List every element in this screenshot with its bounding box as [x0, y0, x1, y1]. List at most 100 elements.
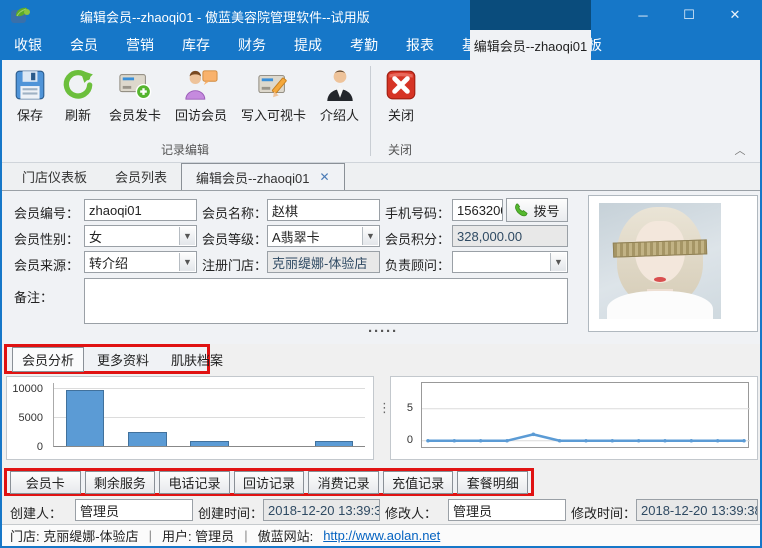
menu-item-finance[interactable]: 财务 [224, 30, 280, 60]
line-chart-plot [421, 382, 749, 448]
status-site-label: 傲蓝网站: [258, 526, 314, 545]
aolan-website-link[interactable]: http://www.aolan.net [323, 528, 440, 543]
gender-combobox[interactable]: 女 ▼ [84, 225, 197, 247]
source-dropdown-arrow-icon[interactable]: ▼ [179, 253, 195, 271]
modified-by-field: 管理员 [448, 499, 566, 521]
created-at-field: 2018-12-20 13:39:38 [263, 499, 380, 521]
tab-close-icon[interactable]: ✕ [319, 170, 329, 184]
tab-member-card[interactable]: 会员卡 [10, 471, 81, 494]
grade-combobox[interactable]: A翡翠卡 ▼ [267, 225, 380, 247]
photo-shoulders [607, 291, 713, 319]
close-record-button-label: 关闭 [388, 105, 414, 124]
modified-by-label: 修改人： [385, 503, 437, 522]
menu-item-attendance[interactable]: 考勤 [336, 30, 392, 60]
points-label: 会员积分： [385, 229, 450, 248]
tab-call-records[interactable]: 电话记录 [159, 471, 230, 494]
phone-input[interactable]: 15632000 [452, 199, 503, 221]
gender-value: 女 [89, 227, 102, 246]
menu-item-inventory[interactable]: 库存 [168, 30, 224, 60]
ribbon: 保存 刷新 [2, 60, 760, 163]
created-at-label: 创建时间： [198, 503, 263, 522]
collapse-ribbon-chevron-icon[interactable]: ︿ [732, 144, 748, 156]
status-separator: | [244, 528, 247, 543]
source-value: 转介绍 [89, 253, 128, 272]
tab-store-dashboard[interactable]: 门店仪表板 [8, 163, 101, 190]
card-add-icon [118, 68, 152, 102]
ribbon-separator [370, 66, 371, 156]
tab-revisit-records[interactable]: 回访记录 [234, 471, 305, 494]
write-visual-card-button-label: 写入可视卡 [241, 105, 306, 124]
bar-chart-yticks: 0500010000 [7, 383, 47, 447]
person-icon [323, 68, 357, 102]
tab-recharge-records[interactable]: 充值记录 [383, 471, 454, 494]
window-controls: ─ ☐ ✕ [620, 0, 758, 30]
maximize-button[interactable]: ☐ [666, 0, 712, 30]
grade-dropdown-arrow-icon[interactable]: ▼ [362, 227, 378, 245]
source-combobox[interactable]: 转介绍 ▼ [84, 251, 197, 273]
card-write-icon [257, 68, 291, 102]
status-separator: | [149, 528, 152, 543]
source-label: 会员来源： [14, 255, 79, 274]
grade-value: A翡翠卡 [272, 227, 320, 246]
ribbon-group-record-edit: 保存 刷新 [2, 60, 368, 162]
close-window-button[interactable]: ✕ [712, 0, 758, 30]
grade-label: 会员等级： [202, 229, 267, 248]
tab-edit-member-active[interactable]: 编辑会员--zhaoqi01 ✕ [181, 163, 345, 190]
phone-icon [514, 203, 529, 218]
referrer-button[interactable]: 介绍人 [313, 66, 366, 141]
write-visual-card-button[interactable]: 写入可视卡 [234, 66, 313, 141]
tab-edit-member-label: 编辑会员--zhaoqi01 [196, 168, 309, 187]
line-chart-yticks: 05 [391, 382, 417, 448]
minimize-button[interactable]: ─ [620, 0, 666, 30]
document-tabstrip: 门店仪表板 会员列表 编辑会员--zhaoqi01 ✕ [2, 163, 760, 191]
menu-item-reports[interactable]: 报表 [392, 30, 448, 60]
revisit-member-button[interactable]: 回访会员 [168, 66, 234, 141]
member-photo-panel [588, 195, 758, 332]
tab-member-analysis[interactable]: 会员分析 [12, 347, 84, 372]
refresh-icon [61, 68, 95, 102]
tab-more-info[interactable]: 更多资料 [88, 348, 158, 371]
member-name-input[interactable]: 赵棋 [267, 199, 380, 221]
gender-dropdown-arrow-icon[interactable]: ▼ [179, 227, 195, 245]
tab-member-list[interactable]: 会员列表 [101, 163, 181, 190]
refresh-button[interactable]: 刷新 [54, 66, 102, 141]
consultant-dropdown-arrow-icon[interactable]: ▼ [550, 253, 566, 271]
close-record-button[interactable]: 关闭 [377, 66, 425, 141]
member-bar-chart-panel: 0500010000 [6, 376, 374, 460]
reg-store-field: 克丽缇娜-体验店 [267, 251, 380, 273]
refresh-button-label: 刷新 [65, 105, 91, 124]
consultant-combobox[interactable]: ▼ [452, 251, 568, 273]
menu-item-commission[interactable]: 提成 [280, 30, 336, 60]
close-icon [384, 68, 418, 102]
modified-at-label: 修改时间： [571, 503, 636, 522]
consultant-label: 负责顾问： [385, 255, 450, 274]
member-photo[interactable] [599, 203, 721, 319]
tab-package-details[interactable]: 套餐明细 [457, 471, 528, 494]
save-button[interactable]: 保存 [6, 66, 54, 141]
issue-card-button[interactable]: 会员发卡 [102, 66, 168, 141]
created-by-field: 管理员 [75, 499, 193, 521]
menu-item-marketing[interactable]: 营销 [112, 30, 168, 60]
tab-consumption-records[interactable]: 消费记录 [308, 471, 379, 494]
tab-skin-records[interactable]: 肌肤档案 [162, 348, 232, 371]
issue-card-button-label: 会员发卡 [109, 105, 161, 124]
chart-splitter-handle[interactable]: ⋮ [378, 404, 386, 432]
menu-item-cashier[interactable]: 收银 [0, 30, 56, 60]
ribbon-group-close: 关闭 关闭 [373, 60, 427, 162]
horizontal-splitter-handle[interactable]: ····· [368, 329, 398, 339]
statusbar: 门店: 克丽缇娜-体验店 | 用户: 管理员 | 傲蓝网站: http://ww… [2, 524, 760, 546]
remark-textarea[interactable] [84, 278, 568, 324]
created-by-label: 创建人： [10, 503, 62, 522]
app-window: 编辑会员--zhaoqi01 - 傲蓝美容院管理软件--试用版 ─ ☐ ✕ 收银… [0, 0, 762, 548]
menu-item-member[interactable]: 会员 [56, 30, 112, 60]
tab-remaining-services[interactable]: 剩余服务 [85, 471, 156, 494]
member-edit-form: 会员编号： zhaoqi01 会员名称： 赵棋 手机号码： 15632000 拨… [2, 191, 760, 344]
audit-row: 创建人： 管理员 创建时间： 2018-12-20 13:39:38 修改人： … [2, 497, 760, 523]
dial-button[interactable]: 拨号 [506, 198, 568, 222]
menubar: 收银 会员 营销 库存 财务 提成 考勤 报表 基础资料 工具面板 编辑会员--… [0, 30, 762, 60]
member-no-input[interactable]: zhaoqi01 [84, 199, 197, 221]
person-chat-icon [184, 68, 218, 102]
member-no-label: 会员编号： [14, 203, 79, 222]
ribbon-group-label-close: 关闭 [373, 141, 427, 162]
menu-tab-edit-member-active[interactable]: 编辑会员--zhaoqi01 [470, 30, 591, 60]
